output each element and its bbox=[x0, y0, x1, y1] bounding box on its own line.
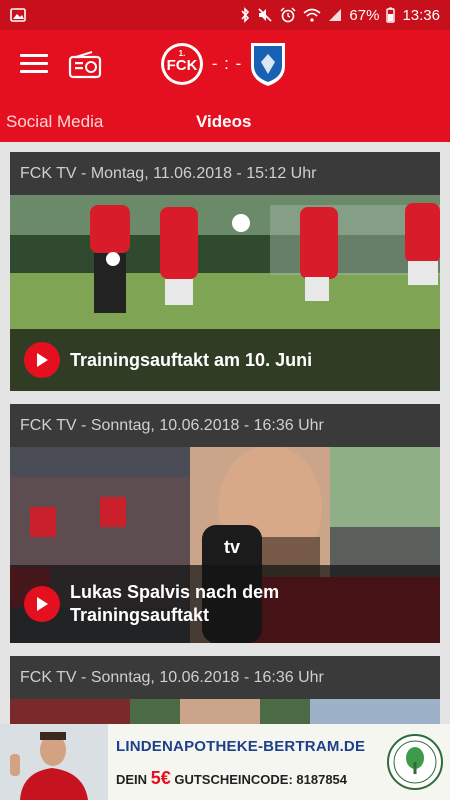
video-card[interactable]: FCK TV - Sonntag, 10.06.2018 - 16:36 Uhr… bbox=[10, 404, 440, 643]
mute-icon bbox=[258, 8, 272, 22]
wifi-icon bbox=[303, 8, 321, 22]
ad-player-image bbox=[0, 724, 108, 800]
ad-voucher-code: GUTSCHEINCODE: 8187854 bbox=[174, 772, 348, 787]
ad-url[interactable]: LINDENAPOTHEKE-BERTRAM.DE bbox=[116, 738, 365, 755]
video-thumbnail[interactable] bbox=[10, 699, 440, 724]
video-overlay: Trainingsauftakt am 10. Juni bbox=[10, 329, 440, 391]
video-header: FCK TV - Sonntag, 10.06.2018 - 16:36 Uhr bbox=[10, 404, 440, 447]
video-photo bbox=[10, 699, 440, 724]
signal-icon bbox=[329, 9, 342, 21]
menu-button[interactable] bbox=[20, 54, 48, 76]
svg-text:tv: tv bbox=[224, 537, 240, 557]
clock: 13:36 bbox=[402, 6, 440, 24]
ad-voucher-amount: 5€ bbox=[150, 768, 171, 788]
battery-level: 67% bbox=[349, 6, 380, 24]
video-thumbnail[interactable]: tv Lukas Spalvis nach dem Trainingsaufta… bbox=[10, 447, 440, 643]
ad-banner[interactable]: LINDENAPOTHEKE-BERTRAM.DE DEIN 5€ GUTSCH… bbox=[0, 724, 450, 800]
bluetooth-icon bbox=[241, 7, 250, 23]
ad-voucher-prefix: DEIN bbox=[116, 772, 148, 787]
video-card[interactable]: FCK TV - Montag, 11.06.2018 - 15:12 Uhr bbox=[10, 152, 440, 391]
tab-videos[interactable]: Videos bbox=[0, 102, 450, 142]
svg-text:1.: 1. bbox=[179, 49, 186, 58]
svg-text:FCK: FCK bbox=[167, 57, 198, 74]
alarm-icon bbox=[280, 7, 296, 23]
video-overlay: Lukas Spalvis nach dem Trainingsauftakt bbox=[10, 565, 440, 643]
tab-bar: Social Media Videos bbox=[0, 102, 450, 142]
radio-icon[interactable] bbox=[68, 50, 102, 80]
video-thumbnail[interactable]: Trainingsauftakt am 10. Juni bbox=[10, 195, 440, 391]
video-card[interactable]: FCK TV - Sonntag, 10.06.2018 - 16:36 Uhr bbox=[10, 656, 440, 724]
pharmacy-logo-icon bbox=[387, 734, 443, 790]
gallery-notification-icon bbox=[10, 8, 26, 22]
video-header: FCK TV - Sonntag, 10.06.2018 - 16:36 Uhr bbox=[10, 656, 440, 699]
play-button[interactable] bbox=[24, 586, 60, 622]
hoffenheim-crest-icon bbox=[251, 43, 285, 86]
play-button[interactable] bbox=[24, 342, 60, 378]
video-title: Lukas Spalvis nach dem Trainingsauftakt bbox=[70, 582, 280, 625]
play-icon bbox=[37, 597, 48, 611]
ad-image bbox=[0, 724, 108, 800]
video-feed: FCK TV - Montag, 11.06.2018 - 15:12 Uhr bbox=[0, 142, 450, 724]
match-score: - : - bbox=[211, 54, 243, 73]
fck-crest-icon: FCK 1. bbox=[161, 43, 203, 85]
ad-voucher: DEIN 5€ GUTSCHEINCODE: 8187854 bbox=[116, 768, 347, 789]
battery-icon bbox=[386, 7, 396, 23]
video-header: FCK TV - Montag, 11.06.2018 - 15:12 Uhr bbox=[10, 152, 440, 195]
video-title: Trainingsauftakt am 10. Juni bbox=[70, 349, 313, 370]
hamburger-icon bbox=[20, 54, 48, 57]
status-bar: 67% 13:36 bbox=[0, 0, 450, 30]
play-icon bbox=[37, 353, 48, 367]
app-bar: FCK 1. - : - bbox=[0, 30, 450, 102]
hamburger-icon-line bbox=[20, 70, 48, 73]
hamburger-icon-line bbox=[20, 62, 48, 65]
